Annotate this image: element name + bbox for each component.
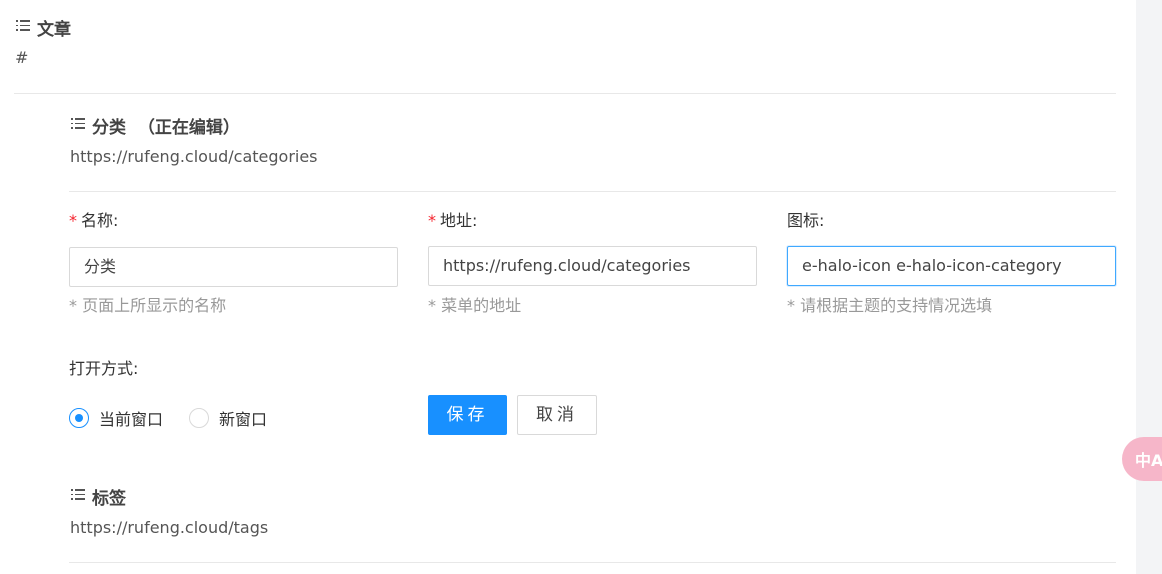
required-mark: * — [69, 211, 77, 230]
radio-label: 新窗口 — [219, 410, 268, 429]
list-icon — [16, 20, 30, 31]
section-title-article: 文章 — [37, 20, 71, 40]
radio-label: 当前窗口 — [99, 410, 164, 429]
name-label-text: 名称: — [81, 211, 119, 230]
icon-hint: * 请根据主题的支持情况选填 — [787, 296, 993, 315]
divider — [14, 93, 1116, 94]
name-hint: * 页面上所显示的名称 — [69, 296, 227, 315]
open-mode-label: 打开方式: — [69, 359, 139, 378]
list-icon — [71, 118, 85, 129]
section-url-article: # — [15, 48, 29, 67]
editing-label: （正在编辑） — [137, 118, 240, 138]
section-title-tags: 标签 — [92, 489, 126, 509]
radio-dot — [69, 408, 89, 428]
translate-widget[interactable]: 中A — [1122, 437, 1162, 481]
radio-dot — [189, 408, 209, 428]
section-title-category: 分类 （正在编辑） — [92, 113, 240, 138]
required-mark: * — [428, 211, 436, 230]
category-title-text: 分类 — [92, 118, 126, 138]
scrollbar-track[interactable] — [1136, 0, 1162, 574]
section-url-tags: https://rufeng.cloud/tags — [70, 518, 269, 537]
radio-new-window[interactable]: 新窗口 — [189, 406, 267, 430]
address-field-label: * 地址: — [428, 207, 477, 231]
name-field-label: * 名称: — [69, 207, 118, 231]
divider — [69, 562, 1116, 563]
section-url-category: https://rufeng.cloud/categories — [70, 147, 318, 166]
name-input[interactable]: 分类 — [69, 247, 398, 287]
translate-icon: 中A — [1135, 451, 1162, 470]
address-hint: * 菜单的地址 — [428, 296, 522, 315]
cancel-button[interactable]: 取消 — [517, 395, 597, 435]
icon-field-label: 图标: — [787, 211, 825, 230]
list-icon — [71, 489, 85, 500]
address-label-text: 地址: — [440, 211, 478, 230]
save-button[interactable]: 保存 — [428, 395, 507, 435]
radio-current-window[interactable]: 当前窗口 — [69, 406, 163, 430]
address-input[interactable]: https://rufeng.cloud/categories — [428, 246, 757, 286]
divider — [69, 191, 1116, 192]
icon-input[interactable]: e-halo-icon e-halo-icon-category — [787, 246, 1116, 286]
